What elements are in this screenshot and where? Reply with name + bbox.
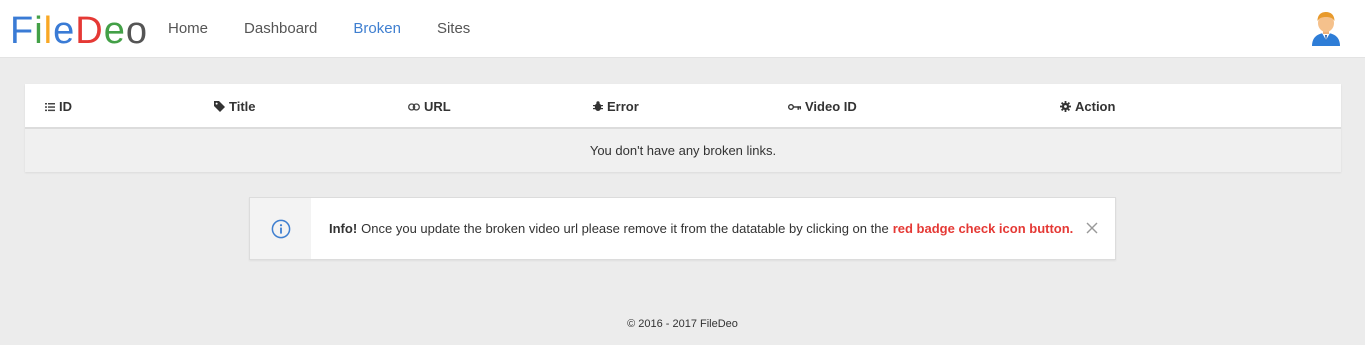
logo-letter: e	[103, 10, 126, 52]
column-id[interactable]: ID	[45, 84, 72, 129]
nav-broken[interactable]: Broken	[353, 20, 401, 37]
top-navbar: F i l e D e o Home Dashboard Broken Site…	[0, 0, 1365, 58]
column-label: ID	[59, 99, 72, 114]
info-alert: Info! Once you update the broken video u…	[249, 197, 1116, 260]
column-video-id[interactable]: Video ID	[788, 84, 857, 129]
logo-letter: D	[75, 10, 104, 52]
alert-body: Once you update the broken video url ple…	[361, 221, 889, 236]
close-button[interactable]	[1085, 221, 1099, 235]
link-icon	[408, 102, 420, 111]
main-nav: Home Dashboard Broken Sites	[168, 0, 506, 56]
column-url[interactable]: URL	[408, 84, 451, 129]
column-action[interactable]: Action	[1060, 84, 1115, 129]
column-error[interactable]: Error	[593, 84, 639, 129]
list-icon	[45, 102, 55, 111]
footer-copyright: © 2016 - 2017 FileDeo	[627, 318, 738, 330]
nav-sites[interactable]: Sites	[437, 20, 470, 37]
logo-letter: o	[125, 10, 148, 52]
nav-dashboard[interactable]: Dashboard	[244, 20, 317, 37]
brand-logo[interactable]: F i l e D e o	[10, 2, 148, 50]
alert-label: Info!	[329, 221, 358, 236]
broken-links-table: ID Title URL Error Video ID Action You d…	[25, 84, 1341, 172]
close-icon	[1086, 222, 1098, 234]
logo-letter: i	[34, 10, 44, 52]
alert-message: Info! Once you update the broken video u…	[329, 198, 1073, 259]
column-label: Title	[229, 99, 256, 114]
key-icon	[788, 103, 801, 110]
user-avatar-icon	[1312, 12, 1340, 46]
column-label: URL	[424, 99, 451, 114]
column-label: Action	[1075, 99, 1116, 114]
nav-home[interactable]: Home	[168, 20, 208, 37]
bug-icon	[593, 101, 603, 111]
logo-letter: l	[43, 10, 54, 52]
info-icon	[271, 219, 290, 238]
column-label: Video ID	[805, 99, 857, 114]
empty-table-message: You don't have any broken links.	[25, 129, 1341, 172]
tag-icon	[214, 101, 225, 112]
alert-icon-container	[250, 198, 311, 259]
logo-letter: F	[10, 10, 35, 52]
logo-letter: e	[53, 10, 76, 52]
column-label: Error	[607, 99, 639, 114]
table-header: ID Title URL Error Video ID Action	[25, 84, 1341, 129]
gear-icon	[1060, 101, 1071, 112]
user-avatar[interactable]	[1309, 10, 1343, 46]
column-title[interactable]: Title	[214, 84, 256, 129]
alert-highlight: red badge check icon button.	[892, 221, 1074, 236]
